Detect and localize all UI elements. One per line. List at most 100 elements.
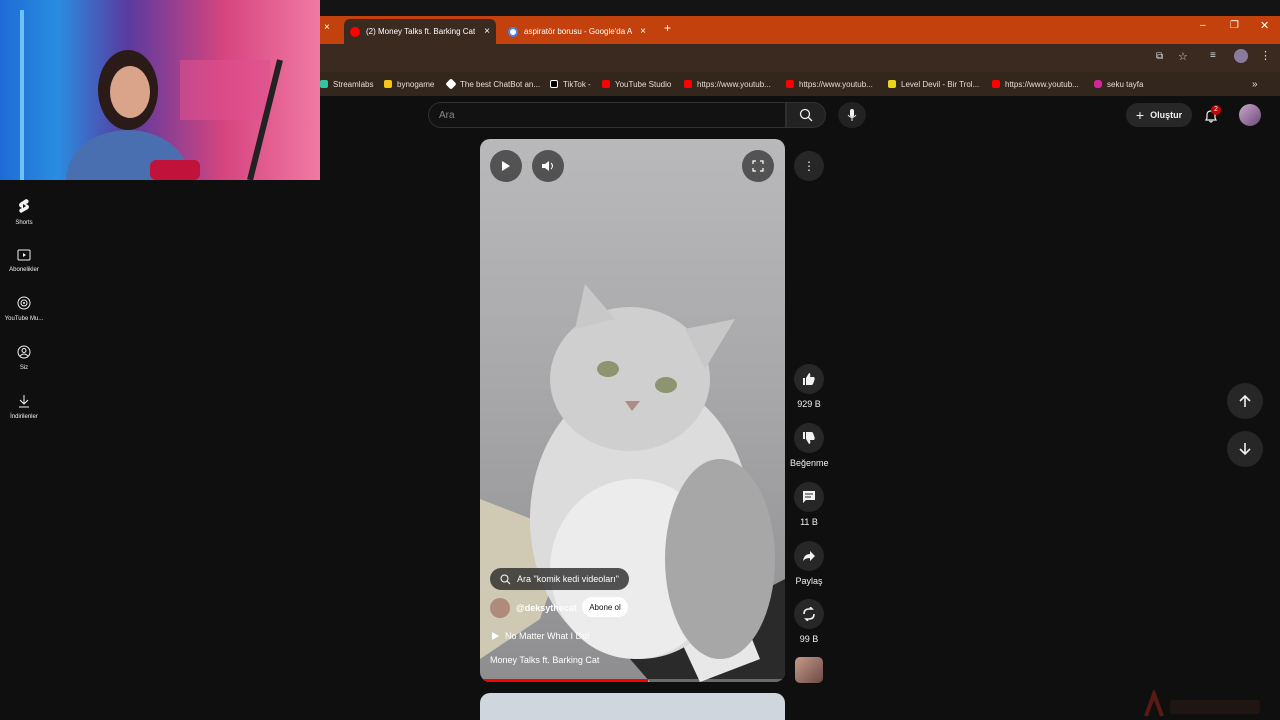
close-window-icon[interactable]: ✕ — [1260, 19, 1269, 32]
fullscreen-icon — [752, 160, 764, 172]
youtube-icon — [992, 80, 1000, 88]
share-label: Paylaş — [795, 576, 823, 586]
level-devil-icon — [888, 80, 896, 88]
close-tab-icon[interactable]: × — [484, 26, 490, 37]
search-chip-text: Ara "komik kedi videoları" — [517, 574, 619, 584]
notifications-button[interactable]: 2 — [1200, 105, 1222, 125]
search-button[interactable] — [786, 102, 826, 128]
comments-button[interactable]: 11 B — [790, 482, 828, 527]
close-tab-icon[interactable]: × — [640, 26, 646, 37]
tiktok-icon — [550, 80, 558, 88]
voice-search-button[interactable] — [838, 102, 866, 128]
sidebar-item-label: Abonelikler — [9, 267, 39, 273]
channel-name[interactable]: @deksythecat — [516, 603, 577, 613]
share-icon — [803, 551, 815, 561]
bookmark-item[interactable]: TikTok - — [550, 77, 591, 91]
user-icon — [17, 345, 31, 359]
thumbs-up-icon — [803, 373, 815, 385]
close-tab-icon[interactable]: × — [324, 22, 330, 33]
chatbot-icon — [445, 78, 457, 90]
menu-dots-icon[interactable]: ⋮ — [1260, 49, 1271, 62]
sidebar-item-shorts[interactable]: Shorts — [0, 198, 48, 226]
browser-toolbar: ⧉ ☆ ≡ ⋮ — [320, 44, 1280, 72]
tab-google[interactable]: aspiratör borusu - Google'da A × — [502, 19, 652, 44]
next-short-button[interactable] — [1227, 431, 1263, 467]
volume-button[interactable] — [532, 150, 564, 182]
install-icon[interactable]: ⧉ — [1156, 51, 1163, 62]
download-icon — [19, 395, 29, 408]
sidebar-item-subscriptions[interactable]: Abonelikler — [0, 247, 48, 273]
progress-fill — [480, 679, 648, 682]
sidebar-item-downloads[interactable]: İndirilenler — [0, 394, 48, 420]
subscriptions-icon — [17, 249, 31, 261]
dislike-label: Beğenme — [790, 458, 829, 468]
play-icon — [502, 161, 510, 171]
bookmark-item[interactable]: https://www.youtub... — [992, 77, 1079, 91]
music-title: No Matter What I Do! — [505, 631, 590, 641]
tab-youtube[interactable]: (2) Money Talks ft. Barking Cat × — [344, 19, 496, 44]
watermark-logo — [1144, 690, 1260, 717]
sidebar-item-label: Siz — [19, 365, 29, 371]
youtube-icon — [684, 80, 692, 88]
minimize-icon[interactable]: – — [1200, 20, 1206, 31]
thumbs-down-icon — [803, 432, 815, 444]
search-input[interactable]: Ara — [428, 102, 786, 128]
new-tab-button[interactable]: + — [664, 21, 671, 35]
bookmark-item[interactable]: YouTube Studio — [602, 77, 671, 91]
search-icon — [799, 108, 813, 122]
sound-thumbnail[interactable] — [795, 657, 823, 683]
music-row[interactable]: No Matter What I Do! — [492, 631, 590, 641]
bookmark-item[interactable]: https://www.youtub... — [684, 77, 771, 91]
share-button[interactable]: Paylaş — [790, 541, 828, 586]
google-favicon-icon — [508, 26, 518, 37]
profile-avatar[interactable] — [1234, 49, 1248, 63]
sidebar-item-label: Shorts — [15, 220, 33, 226]
play-button[interactable] — [490, 150, 522, 182]
cat-video-frame — [480, 284, 785, 682]
bookmarks-bar: Streamlabs bynogame The best ChatBot an.… — [320, 72, 1280, 96]
search-icon — [500, 574, 511, 584]
arrow-down-icon — [1239, 443, 1251, 456]
streamlabs-icon — [320, 80, 328, 88]
browser-tab-bar: × (2) Money Talks ft. Barking Cat × aspi… — [320, 16, 1280, 44]
tab-title: (2) Money Talks ft. Barking Cat — [366, 27, 476, 36]
arrow-up-icon — [1239, 394, 1251, 407]
bookmark-item[interactable]: Level Devil - Bir Trol... — [888, 77, 979, 91]
remix-button[interactable]: 99 B — [790, 599, 828, 644]
sidebar-item-label: YouTube Mu... — [4, 316, 44, 322]
youtube-favicon-icon — [350, 26, 360, 37]
more-options-button[interactable]: ⋮ — [794, 151, 824, 181]
sidebar-item-music[interactable]: YouTube Mu... — [0, 296, 48, 322]
bookmark-item[interactable]: bynogame — [384, 77, 434, 91]
volume-icon — [542, 161, 553, 171]
search-suggestion-chip[interactable]: Ara "komik kedi videoları" — [490, 568, 629, 590]
short-title: Money Talks ft. Barking Cat — [490, 655, 600, 665]
bookmark-item[interactable]: Streamlabs — [320, 77, 373, 91]
sidebar-item-you[interactable]: Siz — [0, 345, 48, 371]
more-bookmarks-button[interactable]: » — [1252, 77, 1258, 91]
progress-track[interactable] — [480, 679, 785, 682]
dislike-button[interactable]: Beğenme — [790, 423, 829, 468]
bookmark-star-icon[interactable]: ☆ — [1178, 50, 1188, 63]
like-button[interactable]: 929 B — [790, 364, 828, 409]
bynogame-icon — [384, 80, 392, 88]
subscribe-button[interactable]: Abone ol — [582, 597, 628, 617]
more-vert-icon: ⋮ — [803, 159, 815, 173]
bookmark-item[interactable]: The best ChatBot an... — [445, 77, 540, 91]
media-control-icon[interactable]: ≡ — [1210, 50, 1216, 61]
bookmark-item[interactable]: seku tayfa — [1094, 77, 1143, 91]
remix-icon — [803, 607, 815, 621]
bookmark-item[interactable]: https://www.youtub... — [786, 77, 873, 91]
create-button[interactable]: + Oluştur — [1126, 103, 1192, 127]
instagram-icon — [1094, 80, 1102, 88]
comment-icon — [803, 491, 815, 503]
channel-avatar[interactable] — [490, 598, 510, 618]
fullscreen-button[interactable] — [742, 150, 774, 182]
shorts-icon — [19, 199, 29, 213]
restore-icon[interactable]: ❐ — [1230, 20, 1239, 31]
youtube-icon — [786, 80, 794, 88]
avatar[interactable] — [1239, 104, 1261, 126]
previous-short-button[interactable] — [1227, 383, 1263, 419]
short-video-player[interactable]: Ara "komik kedi videoları" @deksythecat … — [480, 139, 785, 682]
next-short-preview[interactable] — [480, 693, 785, 720]
